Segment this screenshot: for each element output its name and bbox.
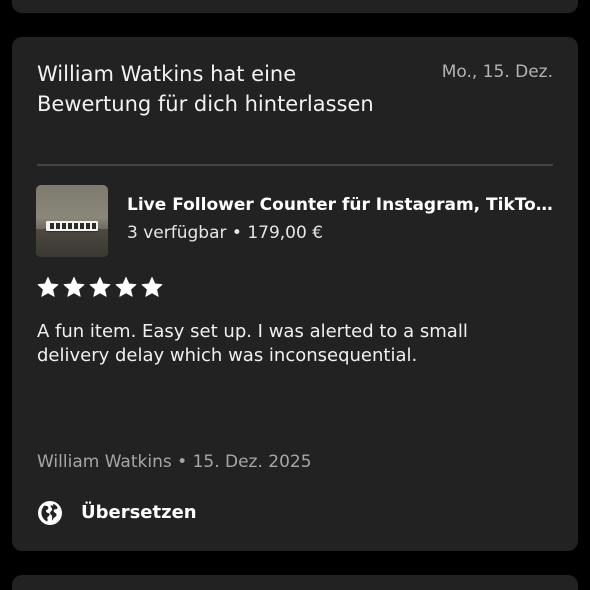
star-icon: [141, 277, 163, 297]
notification-title: William Watkins hat eine Bewertung für d…: [37, 62, 374, 116]
product-thumbnail-image: [36, 185, 108, 257]
review-text: A fun item. Easy set up. I was alerted t…: [37, 321, 468, 366]
review-author: William Watkins: [37, 452, 172, 472]
star-icon: [115, 277, 137, 297]
review-date: 15. Dez. 2025: [192, 452, 312, 472]
next-notification-card[interactable]: [12, 575, 578, 590]
star-icon: [37, 277, 59, 297]
product-title: Live Follower Counter für Instagram, Tik…: [127, 195, 554, 215]
review-byline: William Watkins • 15. Dez. 2025: [37, 451, 312, 473]
globe-icon: [38, 501, 62, 525]
product-stock: 3 verfügbar: [127, 223, 227, 243]
product-price: 179,00 €: [247, 223, 324, 243]
review-byline-separator: •: [171, 452, 193, 472]
notification-date: Mo., 15. Dez.: [441, 62, 553, 82]
previous-notification-card[interactable]: [12, 0, 578, 13]
product-meta: 3 verfügbar • 179,00 €: [127, 222, 323, 244]
divider: [37, 164, 553, 166]
star-icon: [89, 277, 111, 297]
product-listing-link[interactable]: Live Follower Counter für Instagram, Tik…: [36, 185, 554, 257]
star-icon: [63, 277, 85, 297]
screen: William Watkins hat eine Bewertung für d…: [0, 0, 590, 590]
translate-button[interactable]: Übersetzen: [37, 498, 197, 528]
star-rating: [37, 276, 163, 302]
translate-label: Übersetzen: [81, 502, 197, 523]
product-meta-separator: •: [226, 223, 248, 243]
review-notification-card: William Watkins hat eine Bewertung für d…: [12, 37, 578, 551]
